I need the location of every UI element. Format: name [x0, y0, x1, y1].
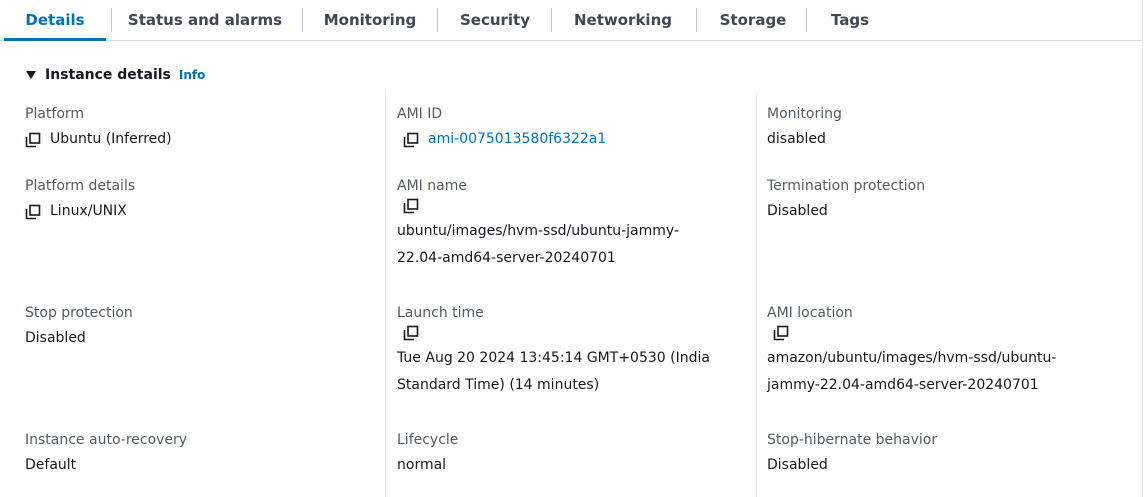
tab-tags[interactable]: Tags	[816, 0, 884, 40]
caret-down-icon[interactable]	[26, 71, 36, 79]
ami-id-link[interactable]: ami-0075013580f6322a1	[428, 126, 606, 153]
tab-separator	[302, 8, 303, 32]
ami-name-value: ubuntu/images/hvm-ssd/ubuntu-jammy- 22.0…	[397, 218, 747, 272]
field-label: Launch time	[397, 305, 484, 321]
field-label: Stop-hibernate behavior	[767, 432, 938, 448]
ami-name-line: 22.04-amd64-server-20240701	[397, 250, 616, 266]
tab-separator	[696, 8, 697, 32]
field-label: Termination protection	[767, 178, 926, 194]
section-header[interactable]: Instance details Info	[26, 66, 205, 84]
field-ami-id: AMI ID ami-0075013580f6322a1	[397, 104, 747, 153]
tab-status-and-alarms[interactable]: Status and alarms	[118, 0, 292, 40]
lifecycle-value: normal	[397, 457, 447, 473]
copy-icon[interactable]	[25, 132, 41, 148]
field-stop-hibernate-behavior: Stop-hibernate behavior Disabled	[767, 430, 1117, 479]
tab-separator	[437, 8, 438, 32]
stop-protection-value: Disabled	[25, 330, 86, 346]
field-label: Monitoring	[767, 106, 842, 122]
field-stop-protection: Stop protection Disabled	[25, 303, 375, 352]
section-title: Instance details	[45, 67, 171, 83]
launch-time-line: Standard Time) (14 minutes)	[397, 377, 600, 393]
launch-time-line: Tue Aug 20 2024 13:45:14 GMT+0530 (India	[397, 350, 710, 366]
field-label: Instance auto-recovery	[25, 432, 188, 448]
tab-details[interactable]: Details	[4, 0, 106, 41]
field-instance-auto-recovery: Instance auto-recovery Default	[25, 430, 375, 479]
field-label: AMI ID	[397, 106, 443, 122]
field-ami-location: AMI location amazon/ubuntu/images/hvm-ss…	[767, 303, 1117, 399]
platform-value: Ubuntu (Inferred)	[50, 131, 172, 147]
field-termination-protection: Termination protection Disabled	[767, 176, 1117, 225]
field-label: Stop protection	[25, 305, 133, 321]
platform-details-value: Linux/UNIX	[50, 203, 127, 219]
tab-separator	[551, 8, 552, 32]
tab-separator	[111, 8, 112, 32]
field-label: Platform details	[25, 178, 136, 194]
auto-recovery-value: Default	[25, 457, 77, 473]
copy-icon[interactable]	[403, 132, 419, 148]
copy-icon[interactable]	[403, 198, 419, 214]
field-ami-name: AMI name ubuntu/images/hvm-ssd/ubuntu-ja…	[397, 176, 747, 272]
monitoring-value: disabled	[767, 131, 826, 147]
ami-location-value: amazon/ubuntu/images/hvm-ssd/ubuntu- jam…	[767, 345, 1117, 399]
field-launch-time: Launch time Tue Aug 20 2024 13:45:14 GMT…	[397, 303, 747, 399]
launch-time-value: Tue Aug 20 2024 13:45:14 GMT+0530 (India…	[397, 345, 747, 399]
field-platform-details: Platform details Linux/UNIX	[25, 176, 375, 225]
field-lifecycle: Lifecycle normal	[397, 430, 747, 479]
ami-location-line: jammy-22.04-amd64-server-20240701	[767, 377, 1039, 393]
tab-bar: Details Status and alarms Monitoring Sec…	[0, 0, 1142, 41]
ami-location-line: amazon/ubuntu/images/hvm-ssd/ubuntu-	[767, 350, 1057, 366]
field-label: AMI name	[397, 178, 467, 194]
copy-icon[interactable]	[403, 325, 419, 341]
tab-networking[interactable]: Networking	[558, 0, 688, 40]
copy-icon[interactable]	[25, 204, 41, 220]
column-divider	[756, 92, 757, 497]
stop-hibernate-value: Disabled	[767, 457, 828, 473]
tab-monitoring[interactable]: Monitoring	[310, 0, 430, 40]
tab-storage[interactable]: Storage	[706, 0, 800, 40]
field-monitoring: Monitoring disabled	[767, 104, 1117, 153]
field-label: Lifecycle	[397, 432, 459, 448]
tab-security[interactable]: Security	[446, 0, 544, 40]
ami-name-line: ubuntu/images/hvm-ssd/ubuntu-jammy-	[397, 223, 679, 239]
field-platform: Platform Ubuntu (Inferred)	[25, 104, 375, 153]
tab-separator	[806, 8, 807, 32]
instance-details-panel: Details Status and alarms Monitoring Sec…	[0, 0, 1143, 497]
field-label: Platform	[25, 106, 85, 122]
copy-icon[interactable]	[773, 325, 789, 341]
info-link[interactable]: Info	[179, 68, 205, 82]
column-divider	[385, 92, 386, 497]
termination-protection-value: Disabled	[767, 203, 828, 219]
field-label: AMI location	[767, 305, 853, 321]
